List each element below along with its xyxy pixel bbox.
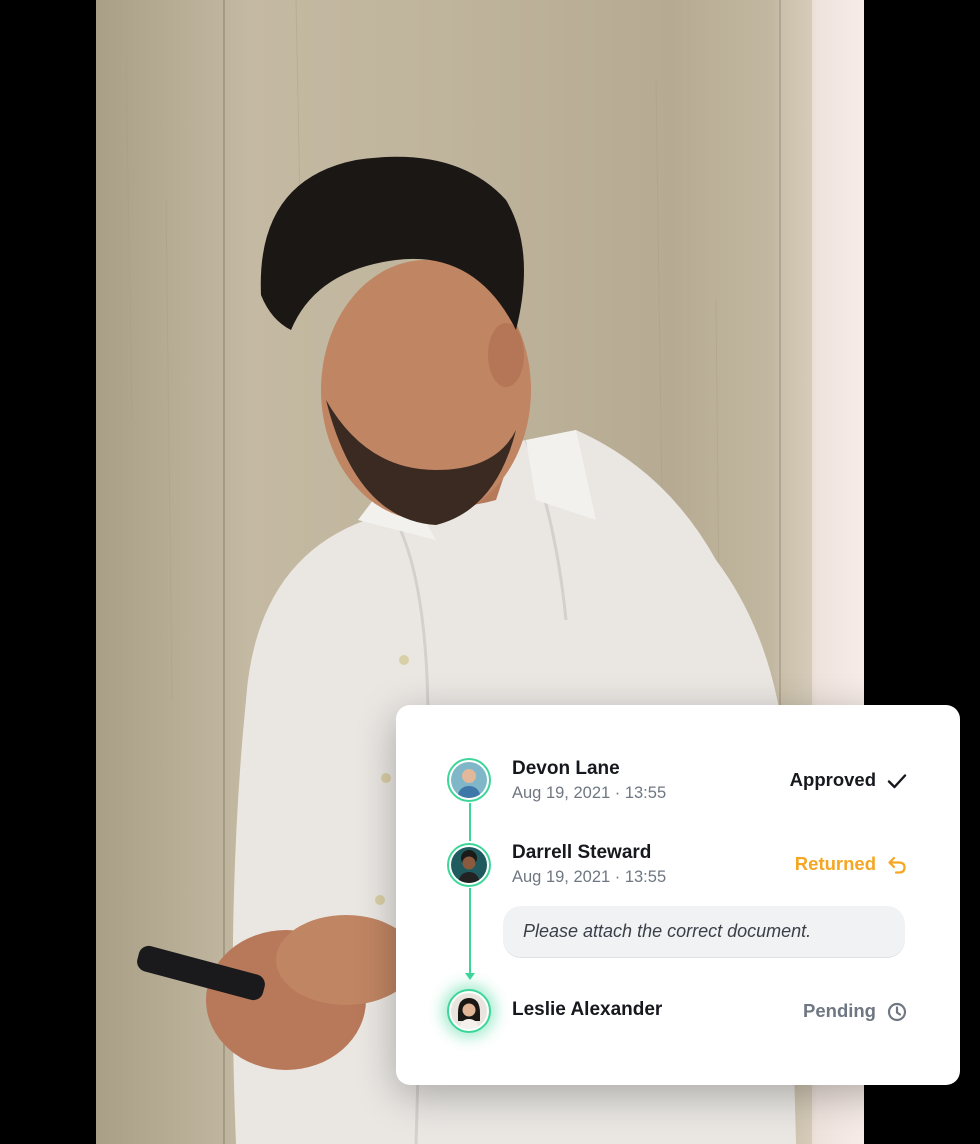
approver-name: Devon Lane: [512, 758, 620, 779]
avatar-leslie-alexander[interactable]: [447, 989, 491, 1033]
avatar-image: [451, 762, 487, 798]
timeline-connector: [469, 803, 471, 841]
return-comment: Please attach the correct document.: [503, 906, 905, 958]
avatar-darrell-steward[interactable]: [447, 843, 491, 887]
timeline-arrow-icon: [465, 973, 475, 980]
check-icon: [887, 774, 907, 789]
clock-icon: [887, 1002, 907, 1022]
approval-timeline-card: Devon Lane Aug 19, 2021 · 13:55 Approved…: [396, 705, 960, 1085]
approval-date: Aug 19, 2021 · 13:55: [512, 784, 667, 802]
status-returned: Returned: [794, 853, 876, 874]
avatar-image: [451, 993, 487, 1029]
approval-date: Aug 19, 2021 · 13:55: [512, 868, 667, 886]
avatar-devon-lane[interactable]: [447, 758, 491, 802]
timeline-connector: [469, 888, 471, 976]
approver-name: Darrell Steward: [512, 842, 652, 863]
avatar-image: [451, 847, 487, 883]
status-approved: Approved: [789, 769, 876, 790]
return-arrow-icon: [888, 856, 906, 874]
approver-name: Leslie Alexander: [512, 999, 663, 1020]
status-pending: Pending: [803, 1000, 876, 1021]
